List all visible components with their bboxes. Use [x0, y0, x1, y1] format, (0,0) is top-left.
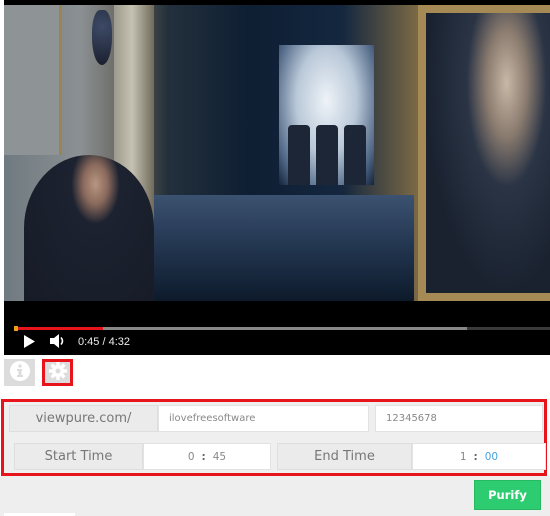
info-button[interactable]: [4, 359, 35, 386]
time-row: Start Time 0 : 45 End Time 1 : 00: [14, 443, 546, 470]
password-input[interactable]: 12345678: [375, 405, 543, 432]
purify-button[interactable]: Purify: [474, 480, 541, 510]
progress-played: [14, 327, 103, 330]
end-time-label: End Time: [277, 443, 412, 470]
video-scene-wall: [4, 5, 62, 155]
start-time-label: Start Time: [14, 443, 143, 470]
video-scene-person: [24, 155, 154, 301]
video-scene-floor: [154, 195, 414, 301]
slug-input[interactable]: ilovefreesoftware: [158, 405, 369, 432]
start-separator: :: [201, 450, 206, 463]
end-seconds[interactable]: 00: [485, 451, 498, 463]
video-scene-portrait: [418, 5, 550, 301]
end-minutes[interactable]: 1: [460, 451, 467, 463]
play-button[interactable]: [22, 334, 36, 350]
end-time-input[interactable]: 1 : 00: [412, 443, 546, 470]
start-minutes[interactable]: 0: [188, 451, 195, 463]
video-frame[interactable]: [4, 5, 550, 301]
info-icon: [9, 360, 31, 386]
start-seconds[interactable]: 45: [213, 451, 226, 463]
video-scene-chair: [344, 125, 366, 185]
start-time-input[interactable]: 0 : 45: [143, 443, 271, 470]
time-display: 0:45 / 4:32: [78, 336, 130, 348]
page: 0:45 / 4:32 viewpure.com/ ilovefreesoftw…: [0, 0, 550, 516]
video-scene-sconce: [92, 10, 112, 65]
video-scene-chair: [288, 125, 310, 185]
footer-area: [0, 476, 550, 516]
play-icon: [23, 333, 35, 352]
video-player[interactable]: 0:45 / 4:32: [4, 0, 550, 355]
purify-form: viewpure.com/ ilovefreesoftware 12345678…: [1, 399, 547, 476]
video-scene-chair: [316, 125, 338, 185]
domain-prefix-label: viewpure.com/: [9, 405, 158, 432]
progress-scrubber[interactable]: [14, 326, 18, 331]
player-controls: 0:45 / 4:32: [4, 332, 550, 352]
end-separator: :: [473, 450, 478, 463]
progress-bar[interactable]: [14, 326, 550, 331]
volume-button[interactable]: [50, 333, 68, 352]
settings-button[interactable]: [42, 359, 73, 386]
gear-icon: [48, 361, 68, 385]
volume-icon: [50, 333, 66, 352]
url-row: viewpure.com/ ilovefreesoftware 12345678: [9, 405, 543, 432]
